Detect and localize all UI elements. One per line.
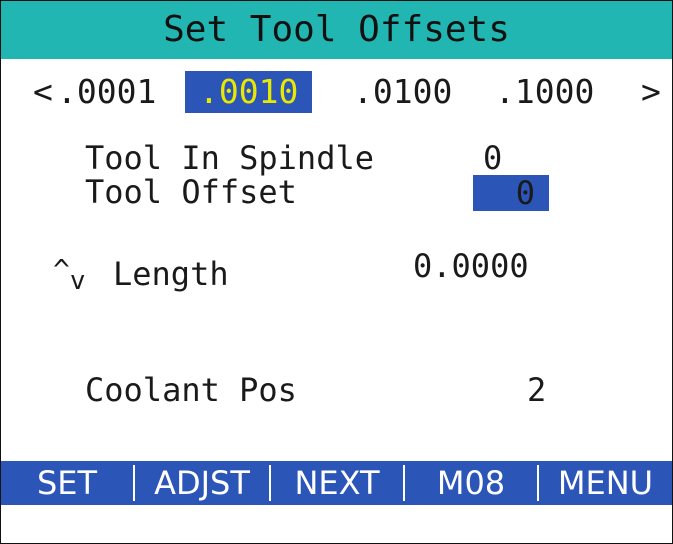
increment-selector[interactable]: < .0001 .0010 .0100 .1000 > <box>1 67 672 117</box>
up-arrow-icon: ^ <box>53 253 70 286</box>
tool-offset-screen: Set Tool Offsets < .0001 .0010 .0100 .10… <box>0 0 673 544</box>
increment-option-1000[interactable]: .1000 <box>495 67 594 117</box>
coolant-pos-value[interactable]: 2 <box>527 373 546 407</box>
softkey-next[interactable]: NEXT <box>271 461 403 505</box>
down-arrow-icon: v <box>69 266 86 296</box>
length-value[interactable]: 0.0000 <box>413 249 529 283</box>
softkey-adjust[interactable]: ADJST <box>135 461 269 505</box>
increment-option-0001[interactable]: .0001 <box>57 67 156 117</box>
jog-arrows-icon: ^v <box>53 253 86 298</box>
increment-option-0010-selected[interactable]: .0010 <box>185 71 313 113</box>
tool-offset-field[interactable]: 0 <box>473 175 549 211</box>
tool-in-spindle-value: 0 <box>483 139 503 177</box>
tool-offset-label: Tool Offset <box>85 173 297 211</box>
tool-offset-value: 0 <box>515 174 535 212</box>
screen-title: Set Tool Offsets <box>1 1 672 59</box>
softkey-bar: SET ADJST NEXT M08 MENU <box>1 461 672 505</box>
softkey-menu[interactable]: MENU <box>539 461 672 505</box>
increment-left-arrow[interactable]: < <box>33 67 53 117</box>
softkey-set[interactable]: SET <box>1 461 133 505</box>
length-label: Length <box>113 255 229 293</box>
softkey-m08[interactable]: M08 <box>405 461 537 505</box>
increment-option-0100[interactable]: .0100 <box>353 67 452 117</box>
increment-right-arrow[interactable]: > <box>641 67 661 117</box>
tool-in-spindle-label: Tool In Spindle <box>85 139 374 177</box>
coolant-pos-label: Coolant Pos <box>85 371 297 409</box>
